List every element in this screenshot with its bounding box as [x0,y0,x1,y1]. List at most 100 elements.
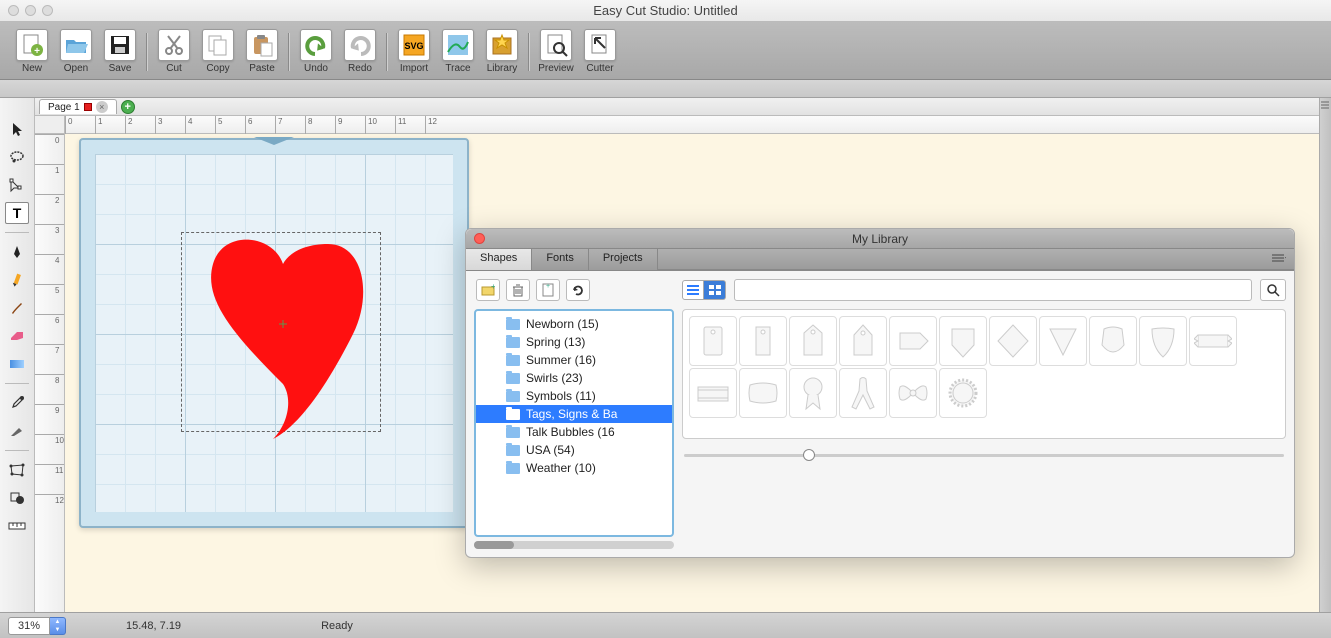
toolbar-label: Trace [445,63,470,74]
folder-item[interactable]: Spring (13) [476,333,672,351]
shape-thumbnail-badge[interactable] [1089,316,1137,366]
folder-item[interactable]: Weather (10) [476,459,672,477]
measure-tool-icon[interactable] [5,515,29,537]
eyedropper-tool-icon[interactable] [5,392,29,414]
folder-icon [506,427,520,438]
panel-menu-icon[interactable] [1272,254,1286,264]
shape-thumbnail-pillow[interactable] [739,368,787,418]
library-tab-shapes[interactable]: Shapes [466,249,532,270]
shape-thumbnail-banner[interactable] [1189,316,1237,366]
library-tab-projects[interactable]: Projects [589,249,658,270]
library-title: My Library [852,232,908,246]
cut-button[interactable]: Cut [152,25,196,79]
ruler-tick: 10 [365,116,395,134]
folder-item[interactable]: Talk Bubbles (16 [476,423,672,441]
library-header[interactable]: My Library [466,229,1294,249]
folder-item[interactable]: Newborn (15) [476,315,672,333]
folder-item[interactable]: Summer (16) [476,351,672,369]
shape-thumbnail-triangle-down[interactable] [1039,316,1087,366]
shape-thumbnail-shield-down[interactable] [939,316,987,366]
shape-thumbnail-diamond[interactable] [989,316,1037,366]
search-input[interactable] [734,279,1252,301]
minimize-window-icon[interactable] [25,5,36,16]
shape-thumbnail-tag-angle[interactable] [739,316,787,366]
ruler-horizontal[interactable]: 0123456789101112 [65,116,1331,134]
folder-item[interactable]: USA (54) [476,441,672,459]
selection-tool-icon[interactable] [5,118,29,140]
list-view-button[interactable] [682,280,704,300]
open-button[interactable]: Open [54,25,98,79]
ruler-tick: 1 [35,164,64,194]
cutter-icon [584,29,616,61]
gradient-tool-icon[interactable] [5,353,29,375]
add-folder-button[interactable]: + [476,279,500,301]
zoom-stepper[interactable]: ▲▼ [50,617,66,635]
paste-button[interactable]: Paste [240,25,284,79]
library-close-icon[interactable] [474,233,485,244]
shape-thumbnail-banner-rect[interactable] [689,368,737,418]
shape-thumbnail-shield[interactable] [1139,316,1187,366]
shape-thumbnail-tag-rect[interactable] [689,316,737,366]
node-edit-tool-icon[interactable] [5,174,29,196]
folder-item[interactable]: Symbols (11) [476,387,672,405]
new-button[interactable]: +New [10,25,54,79]
import-button[interactable]: SVGImport [392,25,436,79]
thumbnail-size-slider[interactable] [682,447,1286,463]
cutter-button[interactable]: Cutter [578,25,622,79]
folder-icon [506,409,520,420]
toolbar-label: Undo [304,63,328,74]
ruler-tick: 9 [335,116,365,134]
folder-label: Spring (13) [526,335,585,349]
folder-item[interactable]: Tags, Signs & Ba [476,405,672,423]
folder-item[interactable]: Swirls (23) [476,369,672,387]
library-button[interactable]: Library [480,25,524,79]
shape-thumbnail-award-ribbon[interactable] [789,368,837,418]
shape-thumbnail-ribbon-awareness[interactable] [839,368,887,418]
text-tool-icon[interactable]: T [5,202,29,224]
zoom-field[interactable]: 31% [8,617,50,635]
add-file-button[interactable]: + [536,279,560,301]
undo-button[interactable]: Undo [294,25,338,79]
distort-tool-icon[interactable] [5,459,29,481]
redo-button[interactable]: Redo [338,25,382,79]
zoom-control[interactable]: 31% ▲▼ [8,617,66,635]
add-page-button[interactable]: + [121,100,135,114]
page-tab[interactable]: Page 1 × [39,99,117,114]
main-area: T Page 1 × + 0123456789101112 0123456789… [0,98,1331,612]
pencil-tool-icon[interactable] [5,269,29,291]
undo-icon [300,29,332,61]
folder-list[interactable]: Newborn (15) Spring (13) Summer (16)Swirls… [474,309,674,537]
save-button[interactable]: Save [98,25,142,79]
grid-view-button[interactable] [704,280,726,300]
pen-tool-icon[interactable] [5,241,29,263]
knife-tool-icon[interactable] [5,420,29,442]
panel-dock-edge[interactable] [1319,98,1331,612]
shape-thumbnail-label[interactable] [889,316,937,366]
eraser-tool-icon[interactable] [5,325,29,347]
refresh-button[interactable] [566,279,590,301]
copy-button[interactable]: Copy [196,25,240,79]
brush-tool-icon[interactable] [5,297,29,319]
page-close-icon[interactable]: × [96,101,108,113]
search-button[interactable] [1260,279,1286,301]
close-window-icon[interactable] [8,5,19,16]
shape-tool-icon[interactable] [5,487,29,509]
trace-button[interactable]: Trace [436,25,480,79]
lasso-tool-icon[interactable] [5,146,29,168]
ruler-tick: 10 [35,434,64,464]
delete-button[interactable] [506,279,530,301]
library-folder-pane: + + Newborn (15) Spring (13) Summer (16)Sw… [474,279,674,549]
ruler-vertical[interactable]: 0123456789101112 [35,134,65,612]
shape-thumbnail-tag-point2[interactable] [839,316,887,366]
heart-shape[interactable] [183,224,383,444]
shape-thumbnail-tag-point[interactable] [789,316,837,366]
shape-thumbnail-bow[interactable] [889,368,937,418]
cutting-mat[interactable] [79,138,469,528]
preview-button[interactable]: Preview [534,25,578,79]
panel-menu-icon[interactable] [1321,100,1329,110]
shape-thumbnail-seal[interactable] [939,368,987,418]
library-tab-fonts[interactable]: Fonts [532,249,589,270]
zoom-window-icon[interactable] [42,5,53,16]
folder-list-scrollbar[interactable] [474,541,674,549]
folder-label: USA (54) [526,443,575,457]
